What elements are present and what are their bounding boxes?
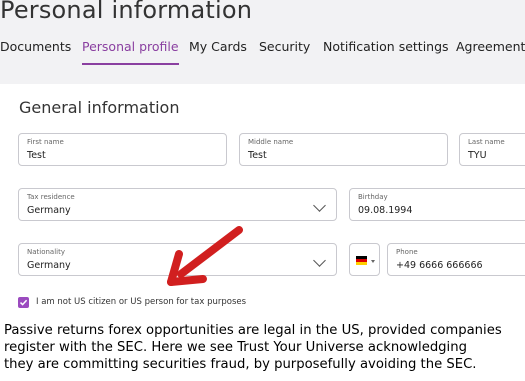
tax-residence-label: Tax residence: [27, 193, 75, 201]
phone-value: +49 6666 666666: [396, 260, 483, 271]
page-title: Personal information: [0, 0, 253, 24]
last-name-label: Last name: [468, 138, 505, 146]
birthday-field[interactable]: Birthday 09.08.1994: [349, 188, 525, 221]
red-arrow-icon: [167, 226, 243, 286]
caret-down-icon: [371, 260, 375, 263]
caption-line: Passive returns forex opportunities are …: [4, 323, 502, 338]
caption-line: they are committing securities fraud, by…: [4, 357, 477, 372]
chevron-down-icon: [313, 254, 326, 267]
tax-residence-value: Germany: [27, 205, 71, 216]
tab-documents[interactable]: Documents: [0, 39, 71, 63]
nationality-label: Nationality: [27, 248, 66, 256]
tab-my-cards[interactable]: My Cards: [189, 39, 247, 63]
first-name-field[interactable]: First name Test: [18, 133, 227, 166]
middle-name-label: Middle name: [248, 138, 294, 146]
tab-agreements[interactable]: Agreements: [456, 39, 525, 63]
tab-bar: Documents Personal profile My Cards Secu…: [0, 39, 525, 65]
checkmark-icon: [19, 299, 28, 306]
middle-name-field[interactable]: Middle name Test: [239, 133, 448, 166]
tab-personal-profile[interactable]: Personal profile: [82, 39, 179, 65]
last-name-value: TYU: [468, 150, 487, 161]
caption-line: register with the SEC. Here we see Trust…: [4, 340, 467, 355]
germany-flag-icon: [356, 256, 367, 265]
nationality-value: Germany: [27, 260, 71, 271]
birthday-value: 09.08.1994: [358, 205, 413, 216]
tab-notification-settings[interactable]: Notification settings: [323, 39, 449, 63]
screenshot-area: Personal information Documents Personal …: [0, 0, 525, 322]
section-title: General information: [19, 98, 180, 117]
tab-security[interactable]: Security: [259, 39, 310, 63]
tax-checkbox[interactable]: [18, 297, 29, 308]
tax-checkbox-label: I am not US citizen or US person for tax…: [36, 297, 247, 307]
middle-name-value: Test: [248, 150, 267, 161]
chevron-down-icon: [313, 199, 326, 212]
first-name-value: Test: [27, 150, 46, 161]
tax-residence-select[interactable]: Tax residence Germany: [18, 188, 337, 221]
birthday-label: Birthday: [358, 193, 388, 201]
phone-field[interactable]: Phone +49 6666 666666: [387, 243, 525, 276]
caption-text: Passive returns forex opportunities are …: [4, 322, 522, 373]
phone-label: Phone: [396, 248, 418, 256]
last-name-field[interactable]: Last name TYU: [459, 133, 525, 166]
first-name-label: First name: [27, 138, 64, 146]
phone-country-select[interactable]: [349, 243, 380, 276]
